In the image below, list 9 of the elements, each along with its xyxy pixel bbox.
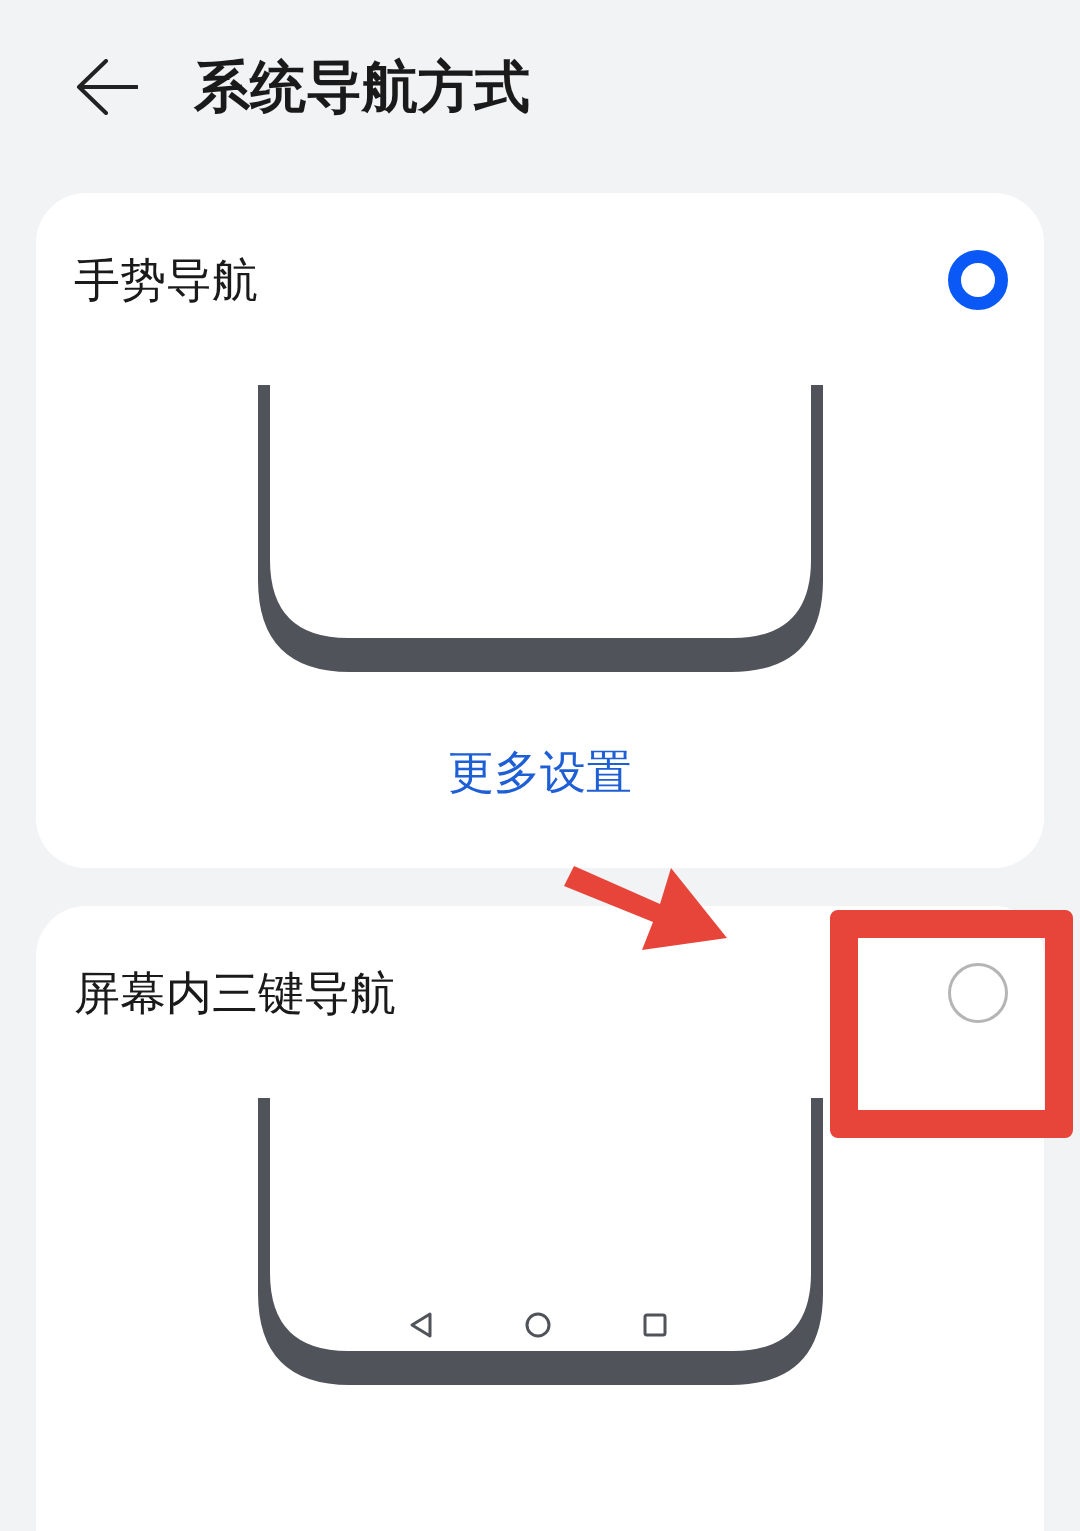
option-title: 屏幕内三键导航 (74, 965, 396, 1021)
option-card[interactable]: 屏幕内三键导航 (36, 906, 1044, 1531)
page-title: 系统导航方式 (194, 53, 530, 120)
more-settings-link[interactable]: 更多设置 (448, 738, 632, 807)
radio-button[interactable] (948, 250, 1008, 310)
option-title: 手势导航 (74, 252, 258, 308)
option-card[interactable]: 手势导航 更多设置 (36, 193, 1044, 868)
radio-button[interactable] (948, 963, 1008, 1023)
back-icon[interactable] (76, 58, 138, 115)
